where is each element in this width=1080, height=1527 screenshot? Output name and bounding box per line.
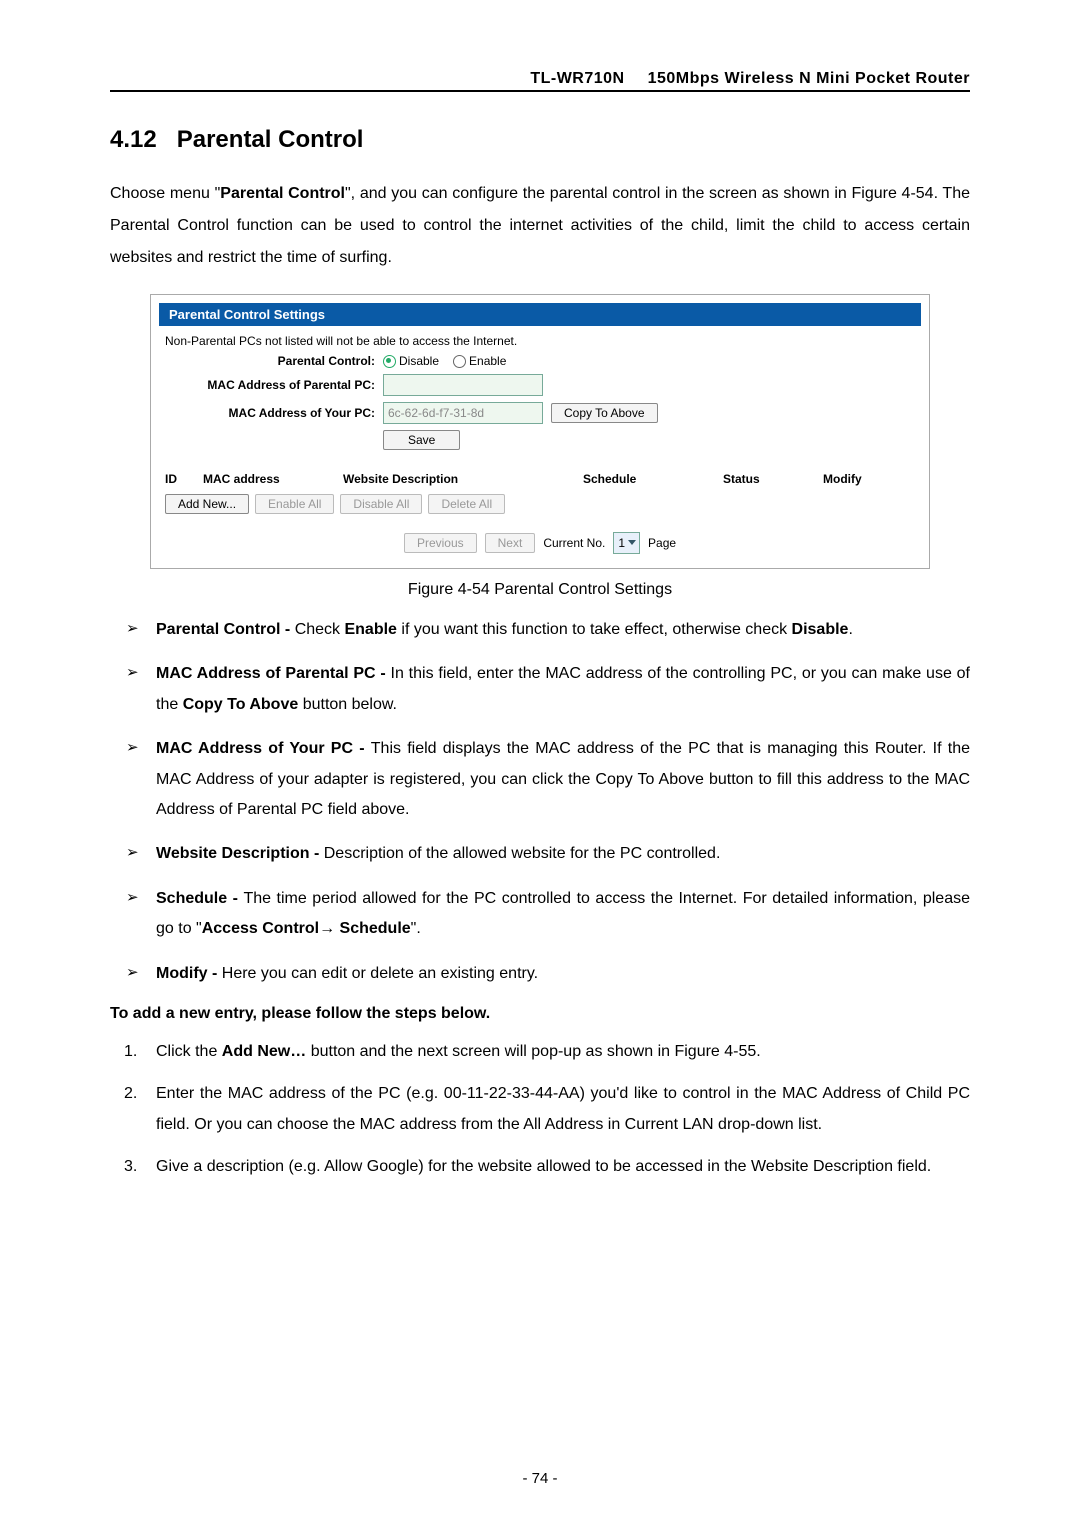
model-label: TL-WR710N bbox=[530, 70, 624, 87]
current-no-label: Current No. bbox=[543, 536, 605, 550]
radio-enable-label: Enable bbox=[469, 354, 506, 368]
mac-your-input[interactable] bbox=[383, 402, 543, 424]
product-title: 150Mbps Wireless N Mini Pocket Router bbox=[648, 70, 970, 87]
save-row: Save bbox=[165, 430, 915, 450]
bullet-text: Description of the allowed website for t… bbox=[324, 845, 721, 862]
bullet-bold: Schedule - bbox=[156, 890, 243, 907]
mac-parental-row: MAC Address of Parental PC: bbox=[165, 374, 915, 396]
steps-heading: To add a new entry, please follow the st… bbox=[110, 1005, 970, 1023]
bullet-bold2: Enable bbox=[344, 621, 396, 638]
bullet-text: Here you can edit or delete an existing … bbox=[222, 965, 538, 982]
list-item: Modify - Here you can edit or delete an … bbox=[110, 959, 970, 989]
bullet-bold3: Schedule bbox=[335, 920, 411, 937]
arrow-icon: → bbox=[319, 920, 335, 937]
col-status: Status bbox=[723, 472, 823, 486]
parental-control-label: Parental Control: bbox=[165, 354, 383, 368]
parental-control-row: Parental Control: Disable Enable bbox=[165, 354, 915, 368]
radio-disable-label: Disable bbox=[399, 354, 439, 368]
radio-disable[interactable] bbox=[383, 355, 396, 368]
table-header: ID MAC address Website Description Sched… bbox=[165, 468, 915, 490]
list-item: Website Description - Description of the… bbox=[110, 839, 970, 869]
enable-all-button[interactable]: Enable All bbox=[255, 494, 334, 514]
step-text: Give a description (e.g. Allow Google) f… bbox=[156, 1158, 931, 1175]
list-item: MAC Address of Your PC - This field disp… bbox=[110, 734, 970, 825]
bullet-bold: MAC Address of Your PC - bbox=[156, 740, 371, 757]
list-item: Enter the MAC address of the PC (e.g. 00… bbox=[110, 1079, 970, 1140]
page-number: - 74 - bbox=[0, 1470, 1080, 1487]
step-text: Click the bbox=[156, 1043, 222, 1060]
panel-title: Parental Control Settings bbox=[159, 303, 921, 326]
bullet-text3: . bbox=[848, 621, 852, 638]
mac-your-row: MAC Address of Your PC: Copy To Above bbox=[165, 402, 915, 424]
figure-caption: Figure 4-54 Parental Control Settings bbox=[110, 581, 970, 599]
add-new-button[interactable]: Add New... bbox=[165, 494, 249, 514]
intro-bold: Parental Control bbox=[220, 185, 345, 202]
page-header: TL-WR710N 150Mbps Wireless N Mini Pocket… bbox=[110, 70, 970, 92]
step-text: Enter the MAC address of the PC (e.g. 00… bbox=[156, 1085, 970, 1132]
bullet-text2: button below. bbox=[298, 696, 397, 713]
radio-enable[interactable] bbox=[453, 355, 466, 368]
bullet-bold2: Access Control bbox=[202, 920, 319, 937]
col-id: ID bbox=[165, 472, 203, 486]
list-item: MAC Address of Parental PC - In this fie… bbox=[110, 659, 970, 720]
next-button[interactable]: Next bbox=[485, 533, 536, 553]
info-note: Non-Parental PCs not listed will not be … bbox=[165, 334, 915, 348]
page-select[interactable]: 1 bbox=[613, 532, 640, 554]
save-button[interactable]: Save bbox=[383, 430, 460, 450]
bullet-bold: Modify - bbox=[156, 965, 222, 982]
page-label: Page bbox=[648, 536, 676, 550]
intro-text: Choose menu " bbox=[110, 185, 220, 202]
pager: Previous Next Current No. 1 Page bbox=[165, 532, 915, 554]
col-schedule: Schedule bbox=[583, 472, 723, 486]
list-item: Click the Add New… button and the next s… bbox=[110, 1037, 970, 1067]
settings-screenshot: Parental Control Settings Non-Parental P… bbox=[150, 294, 930, 569]
bullet-bold: Parental Control - bbox=[156, 621, 295, 638]
bullet-list: Parental Control - Check Enable if you w… bbox=[110, 615, 970, 989]
section-heading: 4.12 Parental Control bbox=[110, 126, 970, 154]
mac-your-label: MAC Address of Your PC: bbox=[165, 406, 383, 420]
list-item: Schedule - The time period allowed for t… bbox=[110, 884, 970, 945]
bullet-bold3: Disable bbox=[792, 621, 849, 638]
steps-list: Click the Add New… button and the next s… bbox=[110, 1037, 970, 1183]
step-text2: button and the next screen will pop-up a… bbox=[306, 1043, 761, 1060]
bullet-bold: MAC Address of Parental PC - bbox=[156, 665, 391, 682]
col-mac: MAC address bbox=[203, 472, 343, 486]
page-select-value: 1 bbox=[618, 536, 625, 550]
delete-all-button[interactable]: Delete All bbox=[428, 494, 505, 514]
bullet-text: Check bbox=[295, 621, 345, 638]
bullet-text2: if you want this function to take effect… bbox=[397, 621, 792, 638]
step-bold: Add New… bbox=[222, 1043, 306, 1060]
bullet-text2: ". bbox=[411, 920, 421, 937]
mac-parental-input[interactable] bbox=[383, 374, 543, 396]
copy-to-above-button[interactable]: Copy To Above bbox=[551, 403, 658, 423]
section-number: 4.12 bbox=[110, 126, 157, 153]
list-item: Give a description (e.g. Allow Google) f… bbox=[110, 1152, 970, 1182]
disable-all-button[interactable]: Disable All bbox=[340, 494, 422, 514]
table-buttons: Add New... Enable All Disable All Delete… bbox=[165, 494, 915, 514]
bullet-bold: Website Description - bbox=[156, 845, 324, 862]
mac-parental-label: MAC Address of Parental PC: bbox=[165, 378, 383, 392]
col-modify: Modify bbox=[823, 472, 913, 486]
list-item: Parental Control - Check Enable if you w… bbox=[110, 615, 970, 645]
col-desc: Website Description bbox=[343, 472, 583, 486]
intro-paragraph: Choose menu "Parental Control", and you … bbox=[110, 178, 970, 274]
section-name: Parental Control bbox=[177, 126, 364, 153]
bullet-bold2: Copy To Above bbox=[183, 696, 299, 713]
previous-button[interactable]: Previous bbox=[404, 533, 477, 553]
